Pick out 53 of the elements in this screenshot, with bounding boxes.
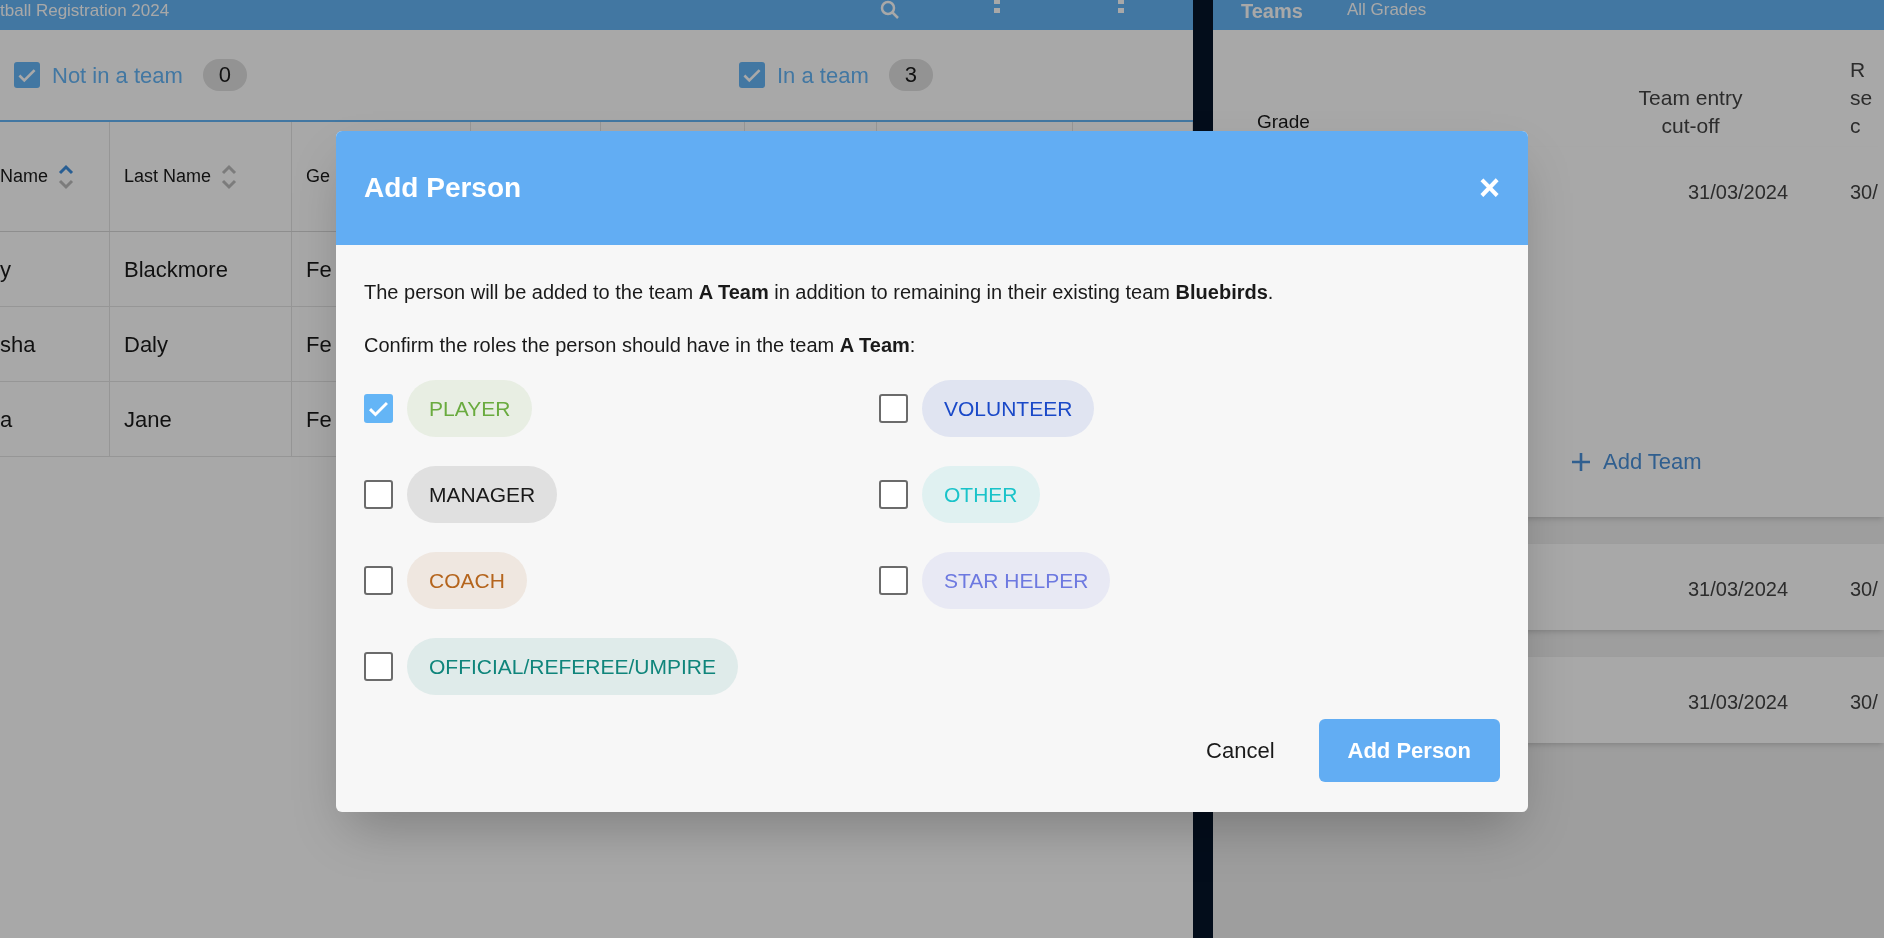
checkbox[interactable] bbox=[364, 652, 393, 681]
table-cell-text: 30/ bbox=[1850, 690, 1878, 715]
table-cell-text: Jane bbox=[124, 405, 172, 434]
column-header: Grade bbox=[1257, 110, 1310, 134]
table-cell-text: 31/03/2024 bbox=[1688, 690, 1789, 715]
table-cell-text: Daly bbox=[124, 330, 168, 359]
checkbox[interactable] bbox=[364, 480, 393, 509]
checkbox[interactable] bbox=[879, 394, 908, 423]
column-header[interactable]: Ge bbox=[306, 163, 330, 190]
cancel-button[interactable]: Cancel bbox=[1198, 719, 1283, 782]
page-title: tball Registration 2024 bbox=[0, 0, 170, 21]
add-team-link[interactable]: Add Team bbox=[1571, 445, 1702, 478]
table-cell-text: a bbox=[0, 405, 13, 434]
panel-title: Teams bbox=[1241, 0, 1303, 22]
column-header: R se c bbox=[1850, 57, 1874, 139]
dialog-message: The person will be added to the team A Team in addition to remaining in their existing team Bluebirds. bbox=[364, 280, 1275, 305]
role-tag: OFFICIAL/REFEREE/UMPIRE bbox=[407, 638, 739, 695]
table-cell-text: y bbox=[0, 255, 11, 284]
close-button[interactable]: × bbox=[1478, 170, 1500, 206]
column-header[interactable]: Last Name bbox=[124, 163, 212, 190]
checkbox[interactable] bbox=[364, 394, 393, 423]
checkbox[interactable] bbox=[739, 62, 765, 88]
table-cell-text: 31/03/2024 bbox=[1688, 577, 1789, 602]
table-cell-text: Fe bbox=[306, 330, 332, 359]
table-cell-text: 30/ bbox=[1850, 577, 1878, 602]
search-icon[interactable] bbox=[880, 0, 900, 20]
table-cell-text: 30/ bbox=[1850, 180, 1878, 205]
checkbox[interactable] bbox=[879, 566, 908, 595]
checkbox[interactable] bbox=[879, 480, 908, 509]
dialog-prompt: Confirm the roles the person should have in the team A Team: bbox=[364, 333, 917, 358]
table-cell-text: sha bbox=[0, 330, 36, 359]
table-cell-text: 31/03/2024 bbox=[1688, 180, 1789, 205]
count-badge: 3 bbox=[888, 59, 933, 91]
table-cell-text: Fe bbox=[306, 255, 332, 284]
role-tag: COACH bbox=[407, 552, 527, 609]
checkbox[interactable] bbox=[14, 62, 40, 88]
role-tag: STAR HELPER bbox=[922, 552, 1111, 609]
table-cell-text: Blackmore bbox=[124, 255, 228, 284]
role-tag: OTHER bbox=[922, 466, 1040, 523]
dialog-title: Add Person bbox=[364, 171, 522, 205]
grade-filter[interactable]: All Grades bbox=[1346, 0, 1427, 20]
column-header: Team entry cut-off bbox=[1637, 85, 1744, 139]
add-person-button[interactable]: Add Person bbox=[1318, 719, 1500, 782]
role-tag: PLAYER bbox=[407, 380, 533, 437]
plus-icon bbox=[1571, 451, 1591, 472]
role-tag: VOLUNTEER bbox=[922, 380, 1095, 437]
checkbox[interactable] bbox=[364, 566, 393, 595]
filter-label[interactable]: Not in a team bbox=[52, 58, 183, 92]
filter-label[interactable]: In a team bbox=[777, 58, 869, 92]
table-cell-text: Fe bbox=[306, 405, 332, 434]
count-badge: 0 bbox=[202, 59, 248, 91]
column-header[interactable]: Name bbox=[0, 163, 48, 190]
role-tag: MANAGER bbox=[407, 466, 558, 523]
